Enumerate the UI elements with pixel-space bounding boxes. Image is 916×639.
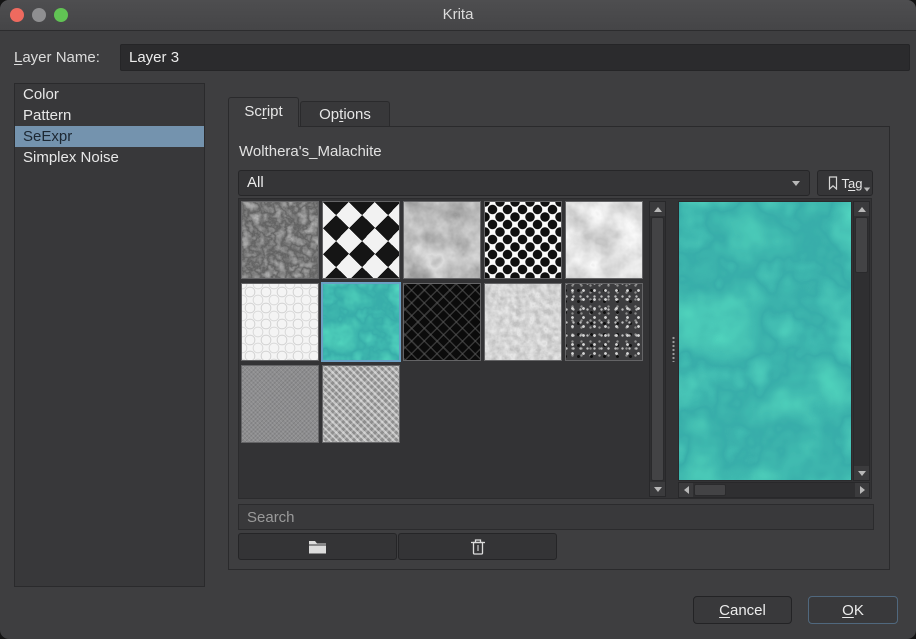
list-item-seexpr[interactable]: SeExpr	[15, 126, 204, 147]
chevron-down-icon	[792, 181, 800, 186]
pattern-thumbnail-gray-diagonal-weave[interactable]	[322, 365, 400, 443]
titlebar[interactable]: Krita	[0, 0, 916, 31]
tab-script[interactable]: Script	[228, 97, 299, 127]
layer-name-label: Layer Name:	[14, 49, 100, 66]
scroll-up-button[interactable]	[650, 202, 665, 216]
preview-vscrollbar-thumb[interactable]	[855, 217, 868, 273]
arrow-right-icon	[860, 486, 865, 494]
pattern-thumbnail-light-gray-clouds[interactable]	[565, 201, 643, 279]
arrow-up-icon	[858, 207, 866, 212]
current-resource-name: Wolthera's_Malachite	[239, 143, 382, 160]
grid-scrollbar-thumb[interactable]	[651, 217, 664, 481]
arrow-down-icon	[654, 487, 662, 492]
list-item-color[interactable]: Color	[15, 84, 204, 105]
ok-button[interactable]: OK	[808, 596, 898, 624]
tag-menu-chevron-icon[interactable]	[864, 188, 870, 192]
tag-filter-combobox[interactable]: All	[238, 170, 810, 196]
scroll-left-button[interactable]	[679, 483, 693, 497]
pattern-thumbnail-gray-clouds[interactable]	[403, 201, 481, 279]
arrow-down-icon	[858, 471, 866, 476]
pattern-thumbnail-white-loops[interactable]	[241, 283, 319, 361]
list-item-simplex-noise[interactable]: Simplex Noise	[15, 147, 204, 168]
generator-type-list: Color Pattern SeExpr Simplex Noise	[14, 83, 205, 587]
krita-fill-layer-dialog: Krita Layer Name: Color Pattern SeExpr S…	[0, 0, 916, 639]
pattern-thumbnail-black-maze[interactable]	[403, 283, 481, 361]
pattern-thumbnail-bw-triangle-mosaic[interactable]	[322, 201, 400, 279]
preview-hscrollbar-thumb[interactable]	[694, 484, 726, 496]
scroll-down-button[interactable]	[854, 466, 869, 480]
window-title: Krita	[0, 0, 916, 30]
pattern-thumbnail-green-malachite[interactable]	[322, 283, 400, 361]
pattern-thumbnail-gray-concrete[interactable]	[484, 283, 562, 361]
pattern-thumbnail-dark-speckles[interactable]	[565, 283, 643, 361]
search-input[interactable]	[238, 504, 874, 530]
resource-preview	[678, 201, 852, 481]
pattern-thumbnail-gray-fine-grain[interactable]	[241, 365, 319, 443]
tag-button[interactable]: Tag	[817, 170, 873, 196]
list-item-pattern[interactable]: Pattern	[15, 105, 204, 126]
trash-icon	[470, 538, 486, 555]
tag-filter-value: All	[247, 171, 264, 195]
tag-button-label: Tag	[842, 176, 863, 191]
import-resource-button[interactable]	[238, 533, 397, 560]
delete-resource-button[interactable]	[398, 533, 557, 560]
arrow-up-icon	[654, 207, 662, 212]
grid-vertical-scrollbar[interactable]	[649, 201, 666, 497]
scroll-down-button[interactable]	[650, 482, 665, 496]
bookmark-icon	[828, 176, 838, 190]
preview-vertical-scrollbar[interactable]	[853, 201, 870, 481]
tab-options[interactable]: Options	[300, 101, 390, 127]
scroll-right-button[interactable]	[855, 483, 869, 497]
splitter-dots-icon	[672, 336, 675, 362]
scroll-up-button[interactable]	[854, 202, 869, 216]
resource-chooser	[238, 198, 872, 499]
folder-icon	[308, 539, 327, 554]
splitter-handle[interactable]	[669, 199, 678, 498]
preview-horizontal-scrollbar[interactable]	[678, 482, 870, 498]
pattern-thumbnail-dark-marble-noise[interactable]	[241, 201, 319, 279]
layer-name-input[interactable]	[120, 44, 910, 71]
arrow-left-icon	[684, 486, 689, 494]
pattern-thumbnail-black-dots-halftone[interactable]	[484, 201, 562, 279]
cancel-button[interactable]: Cancel	[693, 596, 792, 624]
